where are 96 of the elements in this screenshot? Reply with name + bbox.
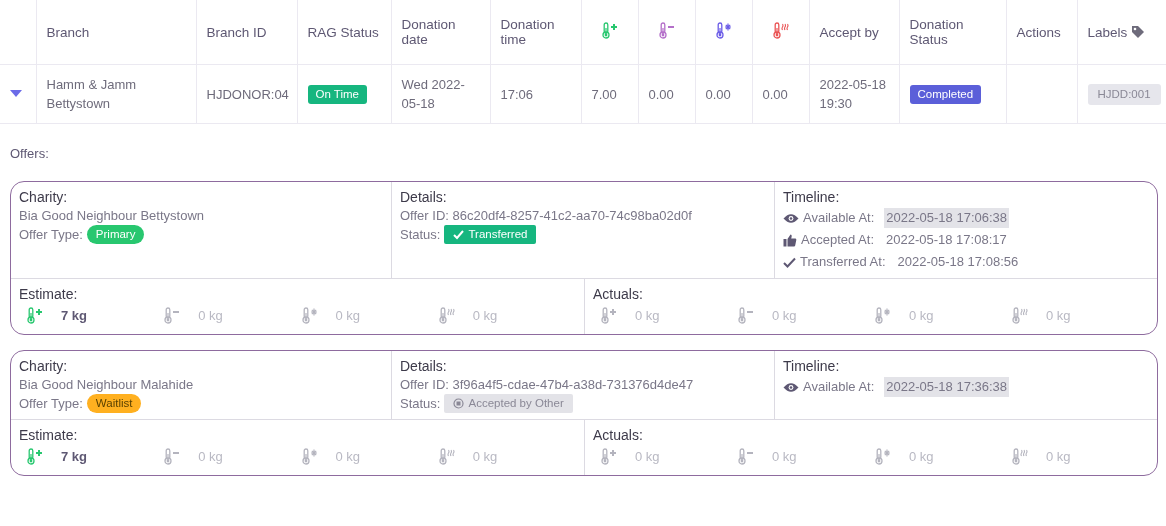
column-header: RAG Status	[307, 24, 379, 40]
section-heading: Timeline:	[783, 357, 841, 375]
thermometer-icon	[715, 22, 732, 39]
thermometer-icon	[601, 448, 617, 465]
thermometer-icon	[27, 448, 43, 465]
thermometer-icon	[875, 307, 891, 324]
table-cell-text: 0.00	[762, 85, 788, 104]
amount-text: 7 kg	[61, 449, 87, 464]
field-label: Status:	[400, 225, 441, 244]
timeline-time: 2022-05-18 17:06:38	[884, 208, 1010, 228]
section-heading: Details:	[400, 357, 448, 375]
field-label: Status:	[400, 394, 441, 413]
thermometer-icon	[27, 307, 43, 324]
collapse-caret-icon[interactable]	[10, 90, 22, 98]
amount-text: 0 kg	[772, 308, 797, 323]
section-heading: Charity:	[19, 188, 69, 206]
thermometer-icon	[301, 448, 318, 465]
section-heading: Timeline:	[783, 188, 841, 206]
thermometer-icon	[438, 307, 455, 324]
thermometer-icon	[772, 22, 789, 39]
status-badge: Accepted by Other	[444, 394, 573, 413]
table-cell-text: Wed 2022-05-18	[401, 76, 466, 113]
amount-text: 0 kg	[772, 449, 797, 464]
timeline-label: Available At:	[803, 209, 875, 227]
check-icon	[783, 256, 796, 268]
eye-icon	[783, 381, 799, 393]
amount-text: 0 kg	[909, 308, 934, 323]
column-header: Branch ID	[206, 24, 267, 40]
section-heading: Actuals:	[593, 285, 644, 303]
thermometer-icon	[1012, 307, 1028, 324]
section-heading: Estimate:	[19, 285, 79, 303]
amount-text: 7 kg	[61, 308, 87, 323]
thermometer-icon	[438, 448, 455, 465]
timeline-time: 2022-05-18 17:08:17	[885, 231, 1008, 249]
thermometer-icon	[738, 307, 754, 324]
amount-text: 0 kg	[472, 449, 498, 464]
timeline-time: 2022-05-18 17:08:56	[896, 253, 1020, 271]
column-header: Accept by	[819, 24, 879, 40]
label-tag: HJDD:001	[1087, 83, 1161, 105]
amount-text: 0 kg	[198, 308, 223, 323]
amount-text: 0 kg	[635, 308, 660, 323]
timeline-label: Accepted At:	[801, 231, 874, 249]
column-header: Donation date	[401, 17, 457, 47]
offers-title: Offers:	[10, 146, 49, 161]
amount-text: 0 kg	[1046, 308, 1071, 323]
offer-id: Offer ID: 86c20df4-8257-41c2-aa70-74c98ba02d0f	[400, 208, 693, 223]
offer-type-badge: Waitlist	[86, 394, 142, 413]
amount-text: 0 kg	[335, 449, 361, 464]
column-header: Labels	[1087, 24, 1128, 40]
stop-circle-icon	[453, 398, 465, 409]
charity-name: Bia Good Neighbour Malahide	[19, 377, 195, 392]
thermometer-icon	[1012, 448, 1028, 465]
column-header: Donation time	[500, 17, 556, 47]
amount-text: 0 kg	[335, 308, 361, 323]
amount-text: 0 kg	[635, 449, 660, 464]
section-heading: Estimate:	[19, 426, 79, 444]
offer-id: Offer ID: 3f96a4f5-cdae-47b4-a38d-731376d4de47	[400, 377, 695, 392]
section-heading: Charity:	[19, 357, 69, 375]
field-label: Offer Type:	[19, 394, 83, 413]
eye-icon	[783, 212, 799, 224]
amount-text: 0 kg	[1046, 449, 1071, 464]
status-badge: Transferred	[444, 225, 537, 244]
column-header: Donation Status	[909, 17, 965, 47]
timeline-time: 2022-05-18 17:36:38	[884, 377, 1010, 397]
thumbs-up-icon	[783, 233, 797, 247]
amount-text: 0 kg	[909, 449, 934, 464]
table-cell-text: 17:06	[500, 85, 534, 104]
table-cell-text: 7.00	[591, 85, 617, 104]
table-cell-text: Hamm & Jamm Bettystown	[46, 76, 138, 113]
timeline-label: Transferred At:	[800, 253, 886, 271]
field-label: Offer Type:	[19, 225, 83, 244]
rag-status-badge: On Time	[307, 85, 367, 104]
thermometer-icon	[301, 307, 318, 324]
donation-status-badge: Completed	[909, 85, 982, 104]
thermometer-icon	[658, 22, 675, 39]
amount-text: 0 kg	[472, 308, 498, 323]
thermometer-icon	[875, 448, 891, 465]
column-header: Actions	[1016, 24, 1061, 40]
column-header: Branch	[46, 24, 90, 40]
tag-icon	[1131, 24, 1146, 39]
timeline-label: Available At:	[803, 378, 875, 396]
section-heading: Details:	[400, 188, 448, 206]
charity-name: Bia Good Neighbour Bettystown	[19, 208, 205, 223]
section-heading: Actuals:	[593, 426, 644, 444]
table-cell-text: 2022-05-18 19:30	[819, 76, 887, 113]
table-cell-text: 0.00	[705, 85, 731, 104]
thermometer-icon	[601, 307, 617, 324]
table-cell-text: 0.00	[648, 85, 674, 104]
thermometer-icon	[164, 448, 181, 465]
thermometer-icon	[601, 22, 618, 39]
thermometer-icon	[164, 307, 181, 324]
check-icon	[453, 229, 465, 240]
table-cell-text: HJDONOR:04	[206, 85, 289, 104]
offer-type-badge: Primary	[86, 225, 145, 244]
amount-text: 0 kg	[198, 449, 223, 464]
thermometer-icon	[738, 448, 754, 465]
